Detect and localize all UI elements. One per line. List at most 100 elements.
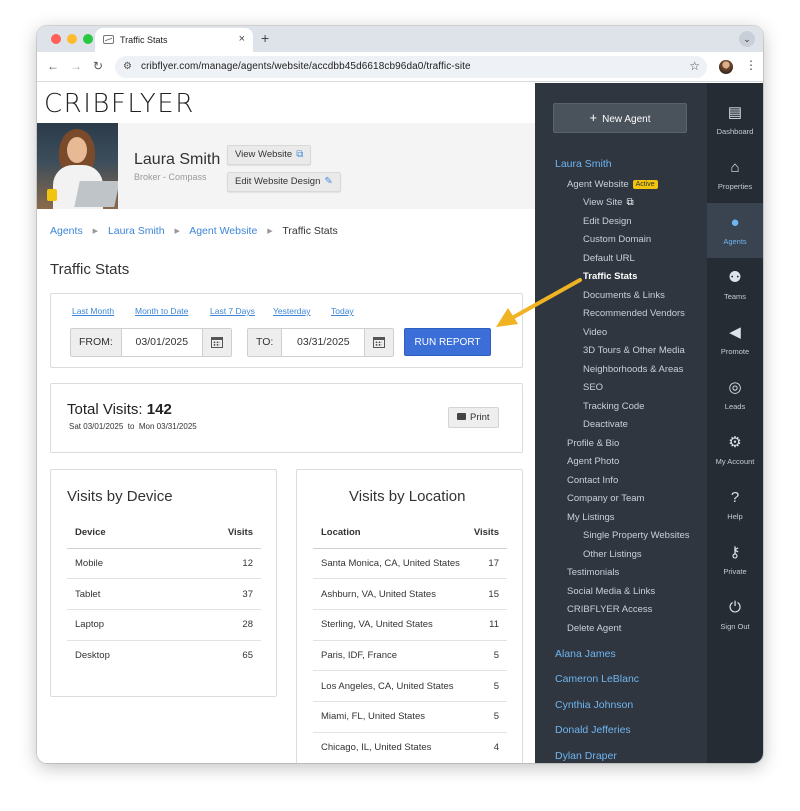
url-text[interactable]: cribflyer.com/manage/agents/website/accd… [141, 61, 471, 72]
close-icon[interactable]: × [239, 33, 245, 45]
sidebar-contact-info[interactable]: Contact Info [567, 475, 618, 486]
gear-icon: ⚙ [728, 434, 742, 451]
from-calendar-button[interactable] [201, 329, 231, 356]
nav-private[interactable]: ⚷ Private [707, 533, 763, 588]
print-button[interactable]: Print [448, 407, 499, 428]
profile-avatar[interactable] [719, 60, 733, 74]
nav-leads[interactable]: ◎ Leads [707, 368, 763, 423]
location-name: Santa Monica, CA, United States [313, 548, 472, 580]
sidebar-tracking-code[interactable]: Tracking Code [583, 401, 644, 412]
plus-icon: + [589, 110, 598, 125]
reload-icon[interactable]: ↻ [93, 59, 103, 73]
printer-icon [457, 413, 466, 420]
table-row: Santa Monica, CA, United States 17 [313, 548, 507, 580]
sidebar-social-media[interactable]: Social Media & Links [567, 586, 655, 597]
calendar-icon [210, 337, 223, 348]
sidebar-current-agent[interactable]: Laura Smith [555, 158, 612, 170]
forward-icon[interactable]: → [70, 59, 82, 73]
edit-website-design-button[interactable]: Edit Website Design ✎ [227, 172, 341, 192]
agent-sidebar: + New Agent Laura Smith Agent Website Acti… [535, 83, 707, 763]
to-date-input[interactable]: 03/31/2025 [282, 329, 365, 356]
close-window-button[interactable] [51, 34, 61, 44]
nav-agents[interactable]: ● Agents [707, 203, 763, 258]
brand-logo[interactable]: CRIBFLYER [44, 89, 195, 119]
location-name: Los Angeles, CA, United States [313, 670, 472, 702]
sidebar-agent-alana-james[interactable]: Alana James [555, 648, 616, 660]
visits-by-device-card: Visits by Device Device Visits Mobile 12 … [50, 469, 277, 697]
quick-range-today[interactable]: Today [331, 306, 354, 316]
table-row: Mobile 12 [67, 548, 261, 580]
nav-teams[interactable]: ⚉ Teams [707, 258, 763, 313]
quick-range-month-to-date[interactable]: Month to Date [135, 306, 188, 316]
sidebar-view-site[interactable]: View Site ⧉ [583, 197, 634, 208]
browser-menu-icon[interactable]: ⋮ [745, 58, 757, 72]
sidebar-single-property-websites[interactable]: Single Property Websites [583, 530, 690, 541]
sidebar-neighborhoods[interactable]: Neighborhoods & Areas [583, 364, 683, 375]
new-tab-button[interactable]: + [261, 30, 269, 46]
main-content: CRIBFLYER Laura Smith Broker - Compass V… [37, 83, 535, 763]
quick-range-last-7-days[interactable]: Last 7 Days [210, 306, 255, 316]
nav-dashboard[interactable]: ▤ Dashboard [707, 93, 763, 148]
sidebar-edit-design[interactable]: Edit Design [583, 216, 632, 227]
sidebar-custom-domain[interactable]: Custom Domain [583, 234, 651, 245]
new-agent-button[interactable]: + New Agent [553, 103, 687, 133]
breadcrumb-agent-website[interactable]: Agent Website [189, 225, 257, 237]
nav-help[interactable]: ? Help [707, 478, 763, 533]
breadcrumb-agents[interactable]: Agents [50, 225, 83, 237]
address-bar[interactable]: ⚙ cribflyer.com/manage/agents/website/ac… [115, 56, 707, 78]
sidebar-other-listings[interactable]: Other Listings [583, 549, 642, 560]
total-visits-card: Total Visits: 142 Sat 03/01/2025 to Mon … [50, 383, 523, 453]
bookmark-star-icon[interactable]: ☆ [689, 59, 700, 73]
table-row: Tablet 37 [67, 578, 261, 610]
device-name: Desktop [75, 650, 110, 662]
minimize-window-button[interactable] [67, 34, 77, 44]
site-settings-icon[interactable]: ⚙ [123, 61, 132, 72]
dashboard-icon: ▤ [727, 104, 743, 121]
sidebar-agent-cynthia-johnson[interactable]: Cynthia Johnson [555, 699, 633, 711]
sidebar-3d-tours[interactable]: 3D Tours & Other Media [583, 345, 685, 356]
nav-sign-out[interactable]: ⏻ Sign Out [707, 588, 763, 643]
view-website-button[interactable]: View Website ⧉ [227, 145, 312, 165]
sidebar-video[interactable]: Video [583, 327, 607, 338]
sidebar-recommended-vendors[interactable]: Recommended Vendors [583, 308, 685, 319]
maximize-window-button[interactable] [83, 34, 93, 44]
nav-label: My Account [715, 457, 755, 466]
sidebar-documents-links[interactable]: Documents & Links [583, 290, 665, 301]
nav-label: Leads [724, 402, 746, 411]
sidebar-profile-bio[interactable]: Profile & Bio [567, 438, 619, 449]
from-date-input[interactable]: 03/01/2025 [121, 329, 202, 356]
nav-promote[interactable]: ◀ Promote [707, 313, 763, 368]
breadcrumb-agent[interactable]: Laura Smith [108, 225, 165, 237]
quick-range-last-month[interactable]: Last Month [72, 306, 114, 316]
total-visits-value: 142 [146, 401, 172, 418]
browser-toolbar: ← → ↻ ⚙ cribflyer.com/manage/agents/webs… [37, 52, 763, 82]
sidebar-my-listings[interactable]: My Listings [567, 512, 615, 523]
sidebar-traffic-stats[interactable]: Traffic Stats [583, 271, 637, 282]
megaphone-icon: ◀ [729, 324, 741, 341]
end-day: Mon [138, 422, 155, 431]
column-header-device: Device [67, 517, 177, 549]
sidebar-delete-agent[interactable]: Delete Agent [567, 623, 621, 634]
run-report-button[interactable]: RUN REPORT [404, 328, 491, 356]
sidebar-agent-photo[interactable]: Agent Photo [567, 456, 619, 467]
sidebar-agent-website[interactable]: Agent Website Active [567, 179, 658, 190]
nav-my-account[interactable]: ⚙ My Account [707, 423, 763, 478]
sidebar-testimonials[interactable]: Testimonials [567, 567, 619, 578]
tab-search-icon[interactable]: ⌄ [739, 31, 755, 47]
sidebar-seo[interactable]: SEO [583, 382, 603, 393]
sidebar-agent-dylan-draper[interactable]: Dylan Draper [555, 750, 617, 762]
from-date-group: FROM: 03/01/2025 [70, 328, 232, 357]
back-icon[interactable]: ← [47, 59, 59, 73]
sidebar-deactivate[interactable]: Deactivate [583, 419, 628, 430]
browser-tab[interactable]: Traffic Stats × [95, 28, 253, 52]
quick-range-yesterday[interactable]: Yesterday [273, 306, 311, 316]
agent-website-label: Agent Website [567, 179, 629, 190]
sidebar-agent-cameron-leblanc[interactable]: Cameron LeBlanc [555, 673, 639, 685]
sidebar-company-team[interactable]: Company or Team [567, 493, 644, 504]
agent-role: Broker - Compass [134, 172, 207, 182]
sidebar-default-url[interactable]: Default URL [583, 253, 635, 264]
to-calendar-button[interactable] [364, 329, 394, 356]
sidebar-agent-donald-jefferies[interactable]: Donald Jefferies [555, 724, 631, 736]
nav-properties[interactable]: ⌂ Properties [707, 148, 763, 203]
sidebar-cribflyer-access[interactable]: CRIBFLYER Access [567, 604, 652, 615]
